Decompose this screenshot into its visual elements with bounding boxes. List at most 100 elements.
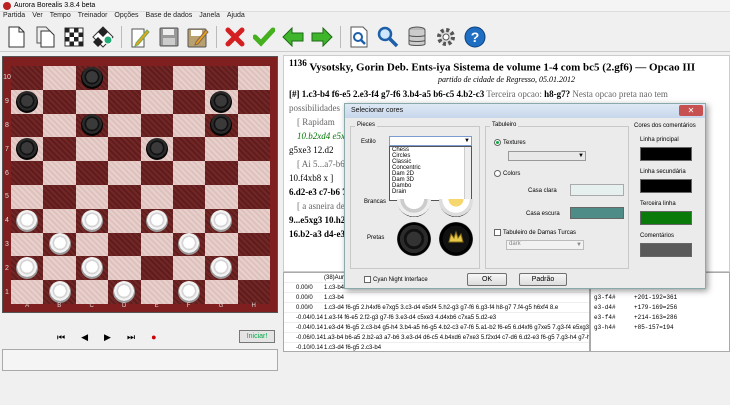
- board-square[interactable]: [11, 256, 44, 281]
- white-piece[interactable]: [145, 209, 168, 232]
- engine-line[interactable]: -0.10/0.14 1.c3-d4 f6-g5 2.c3-b4: [284, 343, 589, 351]
- board-square[interactable]: [11, 113, 44, 138]
- board-square[interactable]: [237, 66, 270, 90]
- new-document-icon[interactable]: [4, 25, 28, 49]
- board-square[interactable]: [108, 66, 141, 90]
- black-piece[interactable]: [145, 138, 168, 161]
- board-square[interactable]: [172, 232, 206, 257]
- board-square[interactable]: [172, 256, 206, 281]
- board-square[interactable]: [237, 137, 270, 162]
- board-square[interactable]: [11, 161, 44, 185]
- board-square[interactable]: [108, 208, 141, 233]
- engine-line[interactable]: -0.06/0.14 1.a3-b4 b6-a5 2.b2-a3 a7-b6 3.…: [284, 333, 589, 343]
- board-square[interactable]: [172, 137, 206, 162]
- white-piece[interactable]: [80, 257, 103, 280]
- white-piece[interactable]: [48, 233, 71, 256]
- comments-swatch[interactable]: [640, 243, 692, 257]
- board-square[interactable]: [108, 89, 141, 114]
- board-square[interactable]: [75, 89, 109, 114]
- move-stat-row[interactable]: e3-f4# +214-163=286: [591, 313, 729, 323]
- third-line-swatch[interactable]: [640, 211, 692, 225]
- board-square[interactable]: [43, 256, 76, 281]
- board-square[interactable]: [140, 89, 173, 114]
- textures-radio[interactable]: Textures: [494, 139, 526, 146]
- board-square[interactable]: [237, 161, 270, 185]
- board-square[interactable]: [172, 113, 206, 138]
- cyan-night-checkbox[interactable]: Cyan Night Interface: [364, 276, 428, 283]
- board-square[interactable]: [11, 280, 44, 304]
- move-stat-row[interactable]: g3-h4# +85-157=194: [591, 323, 729, 333]
- menu-tempo[interactable]: Tempo: [50, 12, 71, 22]
- menu-janela[interactable]: Janela: [199, 12, 220, 22]
- board-square[interactable]: [43, 89, 76, 114]
- board-square[interactable]: [75, 232, 109, 257]
- board-setup-icon[interactable]: [91, 25, 115, 49]
- menu-ajuda[interactable]: Ajuda: [227, 12, 245, 22]
- radio-selected[interactable]: [494, 139, 501, 146]
- search-icon[interactable]: [376, 25, 400, 49]
- board-square[interactable]: [11, 232, 44, 257]
- white-piece[interactable]: [16, 209, 39, 232]
- light-square-swatch[interactable]: [570, 184, 624, 196]
- board-square[interactable]: [11, 184, 44, 209]
- board-square[interactable]: [140, 280, 173, 304]
- radio-unselected[interactable]: [494, 170, 501, 177]
- style-dropdown-list[interactable]: Chess Circles Classic Concentric Dam 2D …: [389, 146, 472, 201]
- white-piece-preview[interactable]: [397, 199, 431, 217]
- board-square[interactable]: [11, 137, 44, 162]
- board-square[interactable]: [43, 208, 76, 233]
- dark-square-swatch[interactable]: [570, 207, 624, 219]
- board-square[interactable]: [43, 66, 76, 90]
- start-button[interactable]: Iniciar!: [239, 330, 275, 343]
- help-icon[interactable]: ?: [463, 25, 487, 49]
- board-icon[interactable]: [62, 25, 86, 49]
- white-piece[interactable]: [113, 281, 136, 304]
- gear-icon[interactable]: [434, 25, 458, 49]
- board-square[interactable]: [140, 66, 173, 90]
- copy-document-icon[interactable]: [33, 25, 57, 49]
- white-piece[interactable]: [210, 257, 233, 280]
- board-square[interactable]: [75, 184, 109, 209]
- board-square[interactable]: [11, 66, 44, 90]
- board-square[interactable]: [205, 184, 238, 209]
- style-option[interactable]: Drain: [392, 189, 471, 195]
- white-piece[interactable]: [16, 257, 39, 280]
- board-square[interactable]: [140, 232, 173, 257]
- dropdown-scrollbar[interactable]: [464, 147, 471, 200]
- white-piece[interactable]: [80, 209, 103, 232]
- board-square[interactable]: [108, 137, 141, 162]
- save-edit-icon[interactable]: [186, 25, 210, 49]
- move-stat-row[interactable]: g3-f4# +201-192=361: [591, 293, 729, 303]
- board-square[interactable]: [205, 232, 238, 257]
- board-square[interactable]: [172, 89, 206, 114]
- board-square[interactable]: [43, 161, 76, 185]
- search-document-icon[interactable]: [347, 25, 371, 49]
- black-piece[interactable]: [80, 66, 103, 89]
- turkish-board-checkbox[interactable]: Tabuleiro de Damas Turcas: [494, 229, 576, 236]
- engine-line[interactable]: 0.00/0 1.c3-d4 f6-g5 2.h4xf6 e7xg5 3.c3-d…: [284, 303, 589, 313]
- checkbox[interactable]: [364, 276, 371, 283]
- board-square[interactable]: [205, 256, 238, 281]
- menu-base-de-dados[interactable]: Base de dados: [146, 12, 193, 22]
- board-square[interactable]: [75, 113, 109, 138]
- board-square[interactable]: [11, 208, 44, 233]
- black-piece[interactable]: [80, 114, 103, 137]
- board-square[interactable]: [237, 280, 270, 304]
- board-square[interactable]: [11, 89, 44, 114]
- menu-ver[interactable]: Ver: [32, 12, 43, 22]
- engine-line[interactable]: 0.00/0 1.c3-b4: [284, 293, 589, 303]
- menu-partida[interactable]: Partida: [3, 12, 25, 22]
- board-square[interactable]: [172, 161, 206, 185]
- move-stat-row[interactable]: e3-d4# +179-169=256: [591, 303, 729, 313]
- board-square[interactable]: [205, 137, 238, 162]
- next-move-button[interactable]: ▶: [104, 332, 111, 343]
- board-square[interactable]: [75, 256, 109, 281]
- board-square[interactable]: [205, 280, 238, 304]
- board-square[interactable]: [205, 66, 238, 90]
- black-piece-preview[interactable]: [397, 222, 431, 256]
- black-piece[interactable]: [210, 90, 233, 113]
- board-square[interactable]: [108, 161, 141, 185]
- board-square[interactable]: [43, 232, 76, 257]
- check-icon[interactable]: [252, 25, 276, 49]
- board-square[interactable]: [140, 137, 173, 162]
